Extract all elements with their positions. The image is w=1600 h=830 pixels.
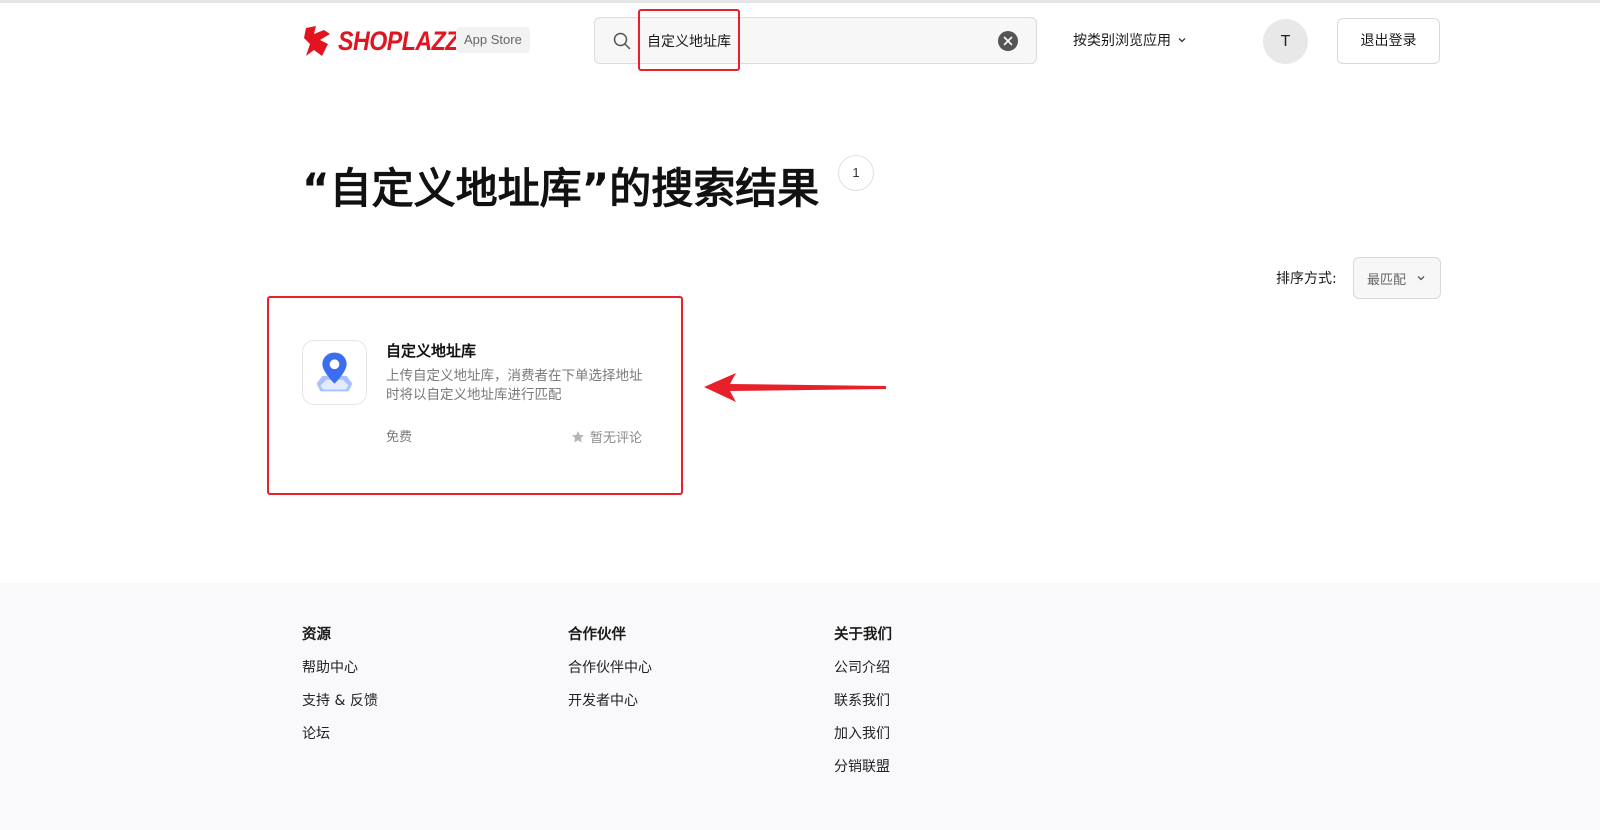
sort-label: 排序方式: xyxy=(1276,271,1337,287)
app-name: 自定义地址库 xyxy=(386,342,477,360)
top-border xyxy=(0,0,1600,3)
logout-button[interactable]: 退出登录 xyxy=(1337,18,1440,64)
rating-text: 暂无评论 xyxy=(590,431,643,446)
clear-search-button[interactable] xyxy=(998,31,1018,51)
sort-select[interactable]: 最匹配 xyxy=(1353,257,1441,299)
app-price: 免费 xyxy=(386,430,413,445)
footer-link-affiliate[interactable]: 分销联盟 xyxy=(834,758,892,791)
footer-link-partner-center[interactable]: 合作伙伴中心 xyxy=(568,659,652,692)
footer-column-resources: 资源 帮助中心 支持 & 反馈 论坛 xyxy=(302,623,378,758)
app-card[interactable]: 自定义地址库 上传自定义地址库，消费者在下单选择地址时将以自定义地址库进行匹配 … xyxy=(302,330,650,460)
footer: 资源 帮助中心 支持 & 反馈 论坛 合作伙伴 合作伙伴中心 开发者中心 关于我… xyxy=(0,583,1600,830)
footer-column-about: 关于我们 公司介绍 联系我们 加入我们 分销联盟 xyxy=(834,623,892,791)
app-rating: 暂无评论 xyxy=(571,427,642,446)
result-count-badge: 1 xyxy=(838,155,874,191)
footer-link-forum[interactable]: 论坛 xyxy=(302,725,378,758)
user-avatar[interactable]: T xyxy=(1263,19,1308,64)
footer-link-developer-center[interactable]: 开发者中心 xyxy=(568,692,652,725)
search-input[interactable] xyxy=(647,25,977,57)
annotation-arrow-icon xyxy=(704,373,886,402)
footer-link-help-center[interactable]: 帮助中心 xyxy=(302,659,378,692)
app-description: 上传自定义地址库，消费者在下单选择地址时将以自定义地址库进行匹配 xyxy=(386,368,643,403)
footer-column-partners: 合作伙伴 合作伙伴中心 开发者中心 xyxy=(568,623,652,725)
footer-heading: 合作伙伴 xyxy=(568,627,626,643)
location-pin-icon xyxy=(316,352,353,392)
search-bar[interactable] xyxy=(594,17,1037,64)
footer-link-join-us[interactable]: 加入我们 xyxy=(834,725,892,758)
shoplazza-logo-mark-icon xyxy=(304,26,330,56)
brand-name: SHOPLAZZA xyxy=(338,25,476,56)
footer-link-company-intro[interactable]: 公司介绍 xyxy=(834,659,892,692)
footer-heading: 资源 xyxy=(302,627,331,643)
footer-link-contact-us[interactable]: 联系我们 xyxy=(834,692,892,725)
app-icon xyxy=(302,340,367,405)
chevron-down-icon xyxy=(1178,38,1186,43)
star-icon xyxy=(572,430,584,442)
footer-heading: 关于我们 xyxy=(834,627,892,643)
page-title: “自定义地址库”的搜索结果 xyxy=(302,164,820,213)
browse-categories-dropdown[interactable]: 按类别浏览应用 xyxy=(1073,30,1187,50)
chevron-down-icon xyxy=(1417,276,1425,281)
browse-label: 按类别浏览应用 xyxy=(1073,33,1171,49)
app-store-badge: App Store xyxy=(456,27,530,53)
search-icon xyxy=(613,32,631,50)
footer-link-support-feedback[interactable]: 支持 & 反馈 xyxy=(302,692,378,725)
close-icon xyxy=(1003,36,1013,46)
sort-value: 最匹配 xyxy=(1367,272,1407,288)
